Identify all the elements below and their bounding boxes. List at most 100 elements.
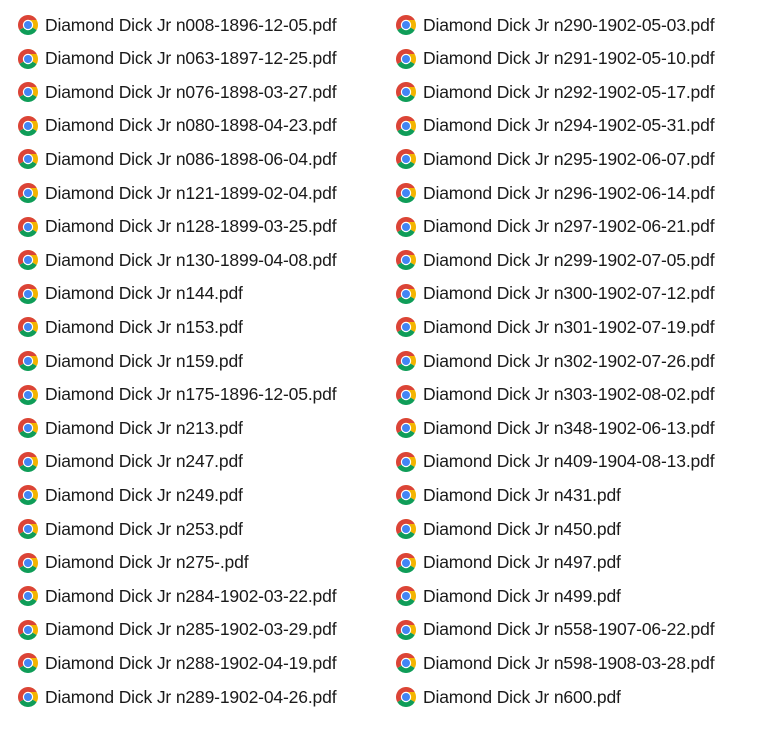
file-item[interactable]: Diamond Dick Jr n063-1897-12-25.pdf bbox=[17, 44, 337, 74]
file-item[interactable]: Diamond Dick Jr n598-1908-03-28.pdf bbox=[395, 648, 715, 678]
chrome-pdf-icon bbox=[17, 652, 39, 674]
file-item[interactable]: Diamond Dick Jr n296-1902-06-14.pdf bbox=[395, 178, 715, 208]
file-name-label: Diamond Dick Jr n128-1899-03-25.pdf bbox=[45, 216, 337, 237]
file-item[interactable]: Diamond Dick Jr n302-1902-07-26.pdf bbox=[395, 346, 715, 376]
file-item[interactable]: Diamond Dick Jr n288-1902-04-19.pdf bbox=[17, 648, 337, 678]
file-item[interactable]: Diamond Dick Jr n295-1902-06-07.pdf bbox=[395, 144, 715, 174]
chrome-pdf-icon bbox=[17, 350, 39, 372]
file-item[interactable]: Diamond Dick Jr n284-1902-03-22.pdf bbox=[17, 581, 337, 611]
chrome-pdf-icon bbox=[17, 148, 39, 170]
file-item[interactable]: Diamond Dick Jr n086-1898-06-04.pdf bbox=[17, 144, 337, 174]
file-item[interactable]: Diamond Dick Jr n409-1904-08-13.pdf bbox=[395, 447, 715, 477]
chrome-pdf-icon bbox=[17, 518, 39, 540]
file-item[interactable]: Diamond Dick Jr n294-1902-05-31.pdf bbox=[395, 111, 715, 141]
file-item[interactable]: Diamond Dick Jr n450.pdf bbox=[395, 514, 621, 544]
file-item[interactable]: Diamond Dick Jr n499.pdf bbox=[395, 581, 621, 611]
chrome-pdf-icon bbox=[395, 652, 417, 674]
file-item[interactable]: Diamond Dick Jr n289-1902-04-26.pdf bbox=[17, 682, 337, 712]
file-name-label: Diamond Dick Jr n247.pdf bbox=[45, 451, 243, 472]
file-name-label: Diamond Dick Jr n076-1898-03-27.pdf bbox=[45, 81, 337, 102]
file-name-label: Diamond Dick Jr n130-1899-04-08.pdf bbox=[45, 249, 337, 270]
file-name-label: Diamond Dick Jr n291-1902-05-10.pdf bbox=[423, 48, 715, 69]
file-name-label: Diamond Dick Jr n299-1902-07-05.pdf bbox=[423, 249, 715, 270]
file-name-label: Diamond Dick Jr n431.pdf bbox=[423, 484, 621, 505]
file-item[interactable]: Diamond Dick Jr n121-1899-02-04.pdf bbox=[17, 178, 337, 208]
file-name-label: Diamond Dick Jr n063-1897-12-25.pdf bbox=[45, 48, 337, 69]
file-name-label: Diamond Dick Jr n288-1902-04-19.pdf bbox=[45, 652, 337, 673]
file-name-label: Diamond Dick Jr n159.pdf bbox=[45, 350, 243, 371]
file-name-label: Diamond Dick Jr n086-1898-06-04.pdf bbox=[45, 148, 337, 169]
file-item[interactable]: Diamond Dick Jr n144.pdf bbox=[17, 279, 243, 309]
chrome-pdf-icon bbox=[17, 619, 39, 641]
file-item[interactable]: Diamond Dick Jr n301-1902-07-19.pdf bbox=[395, 312, 715, 342]
chrome-pdf-icon bbox=[395, 350, 417, 372]
file-item[interactable]: Diamond Dick Jr n253.pdf bbox=[17, 514, 243, 544]
chrome-pdf-icon bbox=[395, 552, 417, 574]
file-name-label: Diamond Dick Jr n144.pdf bbox=[45, 283, 243, 304]
chrome-pdf-icon bbox=[395, 484, 417, 506]
file-item[interactable]: Diamond Dick Jr n285-1902-03-29.pdf bbox=[17, 615, 337, 645]
chrome-pdf-icon bbox=[395, 417, 417, 439]
chrome-pdf-icon bbox=[395, 686, 417, 708]
file-name-label: Diamond Dick Jr n285-1902-03-29.pdf bbox=[45, 619, 337, 640]
file-item[interactable]: Diamond Dick Jr n175-1896-12-05.pdf bbox=[17, 380, 337, 410]
chrome-pdf-icon bbox=[395, 148, 417, 170]
file-name-label: Diamond Dick Jr n497.pdf bbox=[423, 552, 621, 573]
file-item[interactable]: Diamond Dick Jr n247.pdf bbox=[17, 447, 243, 477]
chrome-pdf-icon bbox=[17, 552, 39, 574]
file-item[interactable]: Diamond Dick Jr n303-1902-08-02.pdf bbox=[395, 380, 715, 410]
file-name-label: Diamond Dick Jr n409-1904-08-13.pdf bbox=[423, 451, 715, 472]
file-item[interactable]: Diamond Dick Jr n130-1899-04-08.pdf bbox=[17, 245, 337, 275]
file-item[interactable]: Diamond Dick Jr n297-1902-06-21.pdf bbox=[395, 212, 715, 242]
file-name-label: Diamond Dick Jr n275-.pdf bbox=[45, 552, 249, 573]
file-name-label: Diamond Dick Jr n301-1902-07-19.pdf bbox=[423, 316, 715, 337]
file-item[interactable]: Diamond Dick Jr n153.pdf bbox=[17, 312, 243, 342]
chrome-pdf-icon bbox=[395, 249, 417, 271]
file-item[interactable]: Diamond Dick Jr n275-.pdf bbox=[17, 548, 249, 578]
file-name-label: Diamond Dick Jr n080-1898-04-23.pdf bbox=[45, 115, 337, 136]
chrome-pdf-icon bbox=[17, 48, 39, 70]
file-name-label: Diamond Dick Jr n121-1899-02-04.pdf bbox=[45, 182, 337, 203]
file-item[interactable]: Diamond Dick Jr n080-1898-04-23.pdf bbox=[17, 111, 337, 141]
file-item[interactable]: Diamond Dick Jr n159.pdf bbox=[17, 346, 243, 376]
chrome-pdf-icon bbox=[17, 115, 39, 137]
file-item[interactable]: Diamond Dick Jr n300-1902-07-12.pdf bbox=[395, 279, 715, 309]
file-name-label: Diamond Dick Jr n295-1902-06-07.pdf bbox=[423, 148, 715, 169]
file-name-label: Diamond Dick Jr n302-1902-07-26.pdf bbox=[423, 350, 715, 371]
chrome-pdf-icon bbox=[395, 48, 417, 70]
chrome-pdf-icon bbox=[17, 417, 39, 439]
file-item[interactable]: Diamond Dick Jr n348-1902-06-13.pdf bbox=[395, 413, 715, 443]
file-name-label: Diamond Dick Jr n253.pdf bbox=[45, 518, 243, 539]
file-name-label: Diamond Dick Jr n175-1896-12-05.pdf bbox=[45, 384, 337, 405]
file-name-label: Diamond Dick Jr n300-1902-07-12.pdf bbox=[423, 283, 715, 304]
file-item[interactable]: Diamond Dick Jr n128-1899-03-25.pdf bbox=[17, 212, 337, 242]
file-item[interactable]: Diamond Dick Jr n249.pdf bbox=[17, 480, 243, 510]
chrome-pdf-icon bbox=[17, 14, 39, 36]
file-item[interactable]: Diamond Dick Jr n076-1898-03-27.pdf bbox=[17, 77, 337, 107]
file-item[interactable]: Diamond Dick Jr n292-1902-05-17.pdf bbox=[395, 77, 715, 107]
chrome-pdf-icon bbox=[395, 451, 417, 473]
chrome-pdf-icon bbox=[17, 384, 39, 406]
chrome-pdf-icon bbox=[395, 619, 417, 641]
file-item[interactable]: Diamond Dick Jr n291-1902-05-10.pdf bbox=[395, 44, 715, 74]
file-name-label: Diamond Dick Jr n289-1902-04-26.pdf bbox=[45, 686, 337, 707]
file-name-label: Diamond Dick Jr n600.pdf bbox=[423, 686, 621, 707]
chrome-pdf-icon bbox=[17, 585, 39, 607]
file-item[interactable]: Diamond Dick Jr n290-1902-05-03.pdf bbox=[395, 10, 715, 40]
file-item[interactable]: Diamond Dick Jr n008-1896-12-05.pdf bbox=[17, 10, 337, 40]
chrome-pdf-icon bbox=[17, 686, 39, 708]
file-item[interactable]: Diamond Dick Jr n558-1907-06-22.pdf bbox=[395, 615, 715, 645]
file-item[interactable]: Diamond Dick Jr n299-1902-07-05.pdf bbox=[395, 245, 715, 275]
file-item[interactable]: Diamond Dick Jr n497.pdf bbox=[395, 548, 621, 578]
file-item[interactable]: Diamond Dick Jr n213.pdf bbox=[17, 413, 243, 443]
chrome-pdf-icon bbox=[17, 182, 39, 204]
file-name-label: Diamond Dick Jr n303-1902-08-02.pdf bbox=[423, 384, 715, 405]
file-item[interactable]: Diamond Dick Jr n600.pdf bbox=[395, 682, 621, 712]
chrome-pdf-icon bbox=[395, 518, 417, 540]
chrome-pdf-icon bbox=[395, 316, 417, 338]
chrome-pdf-icon bbox=[17, 484, 39, 506]
file-name-label: Diamond Dick Jr n213.pdf bbox=[45, 417, 243, 438]
chrome-pdf-icon bbox=[395, 115, 417, 137]
file-item[interactable]: Diamond Dick Jr n431.pdf bbox=[395, 480, 621, 510]
chrome-pdf-icon bbox=[17, 81, 39, 103]
